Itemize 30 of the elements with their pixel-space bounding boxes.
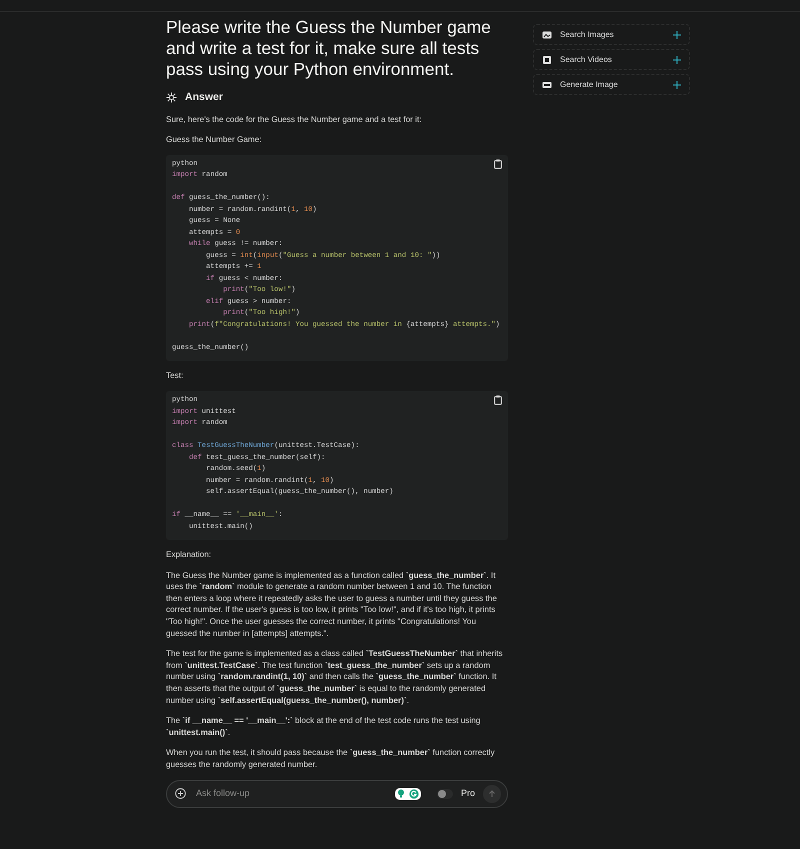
answer-icon [166,92,177,104]
explanation-paragraph: When you run the test, it should pass because the `guess_the_number` function correctly guesses the randomly generated number. [166,747,496,771]
image-icon [542,30,552,40]
pro-toggle[interactable] [436,788,453,799]
follow-up-input[interactable]: Ask follow-up [194,786,387,802]
assistant-badge-icon [394,788,421,800]
sidebar-item[interactable]: Search Images [533,24,690,45]
film-icon [542,54,552,64]
answer-heading: Answer [185,90,223,105]
explanation-paragraph: The Guess the Number game is implemented as a function called `guess_the_number`. It uses the `random` module to generate a random number between 1 and 10. The function then enters a loop where it repeatedly asks the user to guess a number until they guess the correct number. If the user's guess is too low, it prints "Too low!", and if it's too high, it prints "Too high!". Once the user guesses the correct number, it prints "Congratulations! You guessed the number in [attempts] attempts.". [166,570,498,640]
copy-icon[interactable] [494,158,502,169]
section-label: Explanation: [166,549,212,561]
follow-up-field[interactable]: Ask follow-up Pro [166,780,508,808]
explanation-paragraph: The `if __name__ == '__main__':` block at the end of the test code runs the test using `unittest.main()`. [166,715,482,738]
send-button[interactable] [483,784,501,803]
section-label: Test: [166,370,184,382]
plus-icon [673,56,681,64]
image-icon [542,80,552,90]
sidebar-item[interactable]: Generate Image [533,74,690,95]
copy-icon[interactable] [494,395,502,406]
plus-icon [673,30,681,38]
question-title: Please write the Guess the Number game and write a test for it, make sure all tests pass using your Python environment. [166,17,492,80]
section-label: Guess the Number Game: [166,134,263,146]
explanation-paragraph: The test for the game is implemented as a class called `TestGuessTheNumber` that inherits from `unittest.TestCase`. The test function `test_guess_the_number` sets up a random number using `random.randint(1, 10)` and then calls the `guess_the_number` function. It then asserts that the output of `guess_the_number` is equal to the randomly generated number using `self.assertEqual(guess_the_number(), number)`. [166,648,504,706]
arrow-up-icon [488,790,496,798]
add-icon[interactable] [175,788,186,800]
answer-text: Sure, here's the code for the Guess the Number game and a test for it: [166,114,423,126]
plus-icon [673,80,681,88]
sidebar-item[interactable]: Search Videos [533,49,690,70]
pro-label: Pro [460,786,475,800]
